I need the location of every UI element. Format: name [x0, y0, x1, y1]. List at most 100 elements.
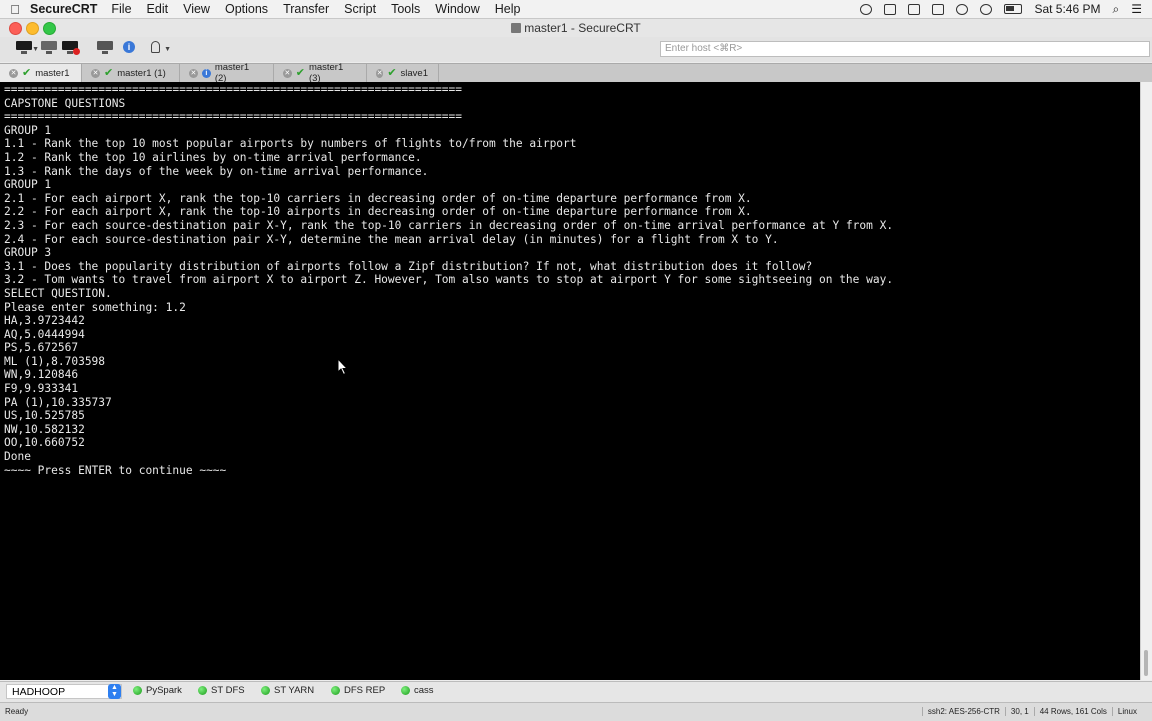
terminal-line: 1.3 - Rank the days of the week by on-ti… [4, 164, 429, 178]
close-tab-icon[interactable]: ✕ [9, 68, 18, 78]
terminal-line: WN,9.120846 [4, 368, 79, 382]
session-options-button[interactable] [97, 41, 113, 55]
terminal-line: 1.1 - Rank the top 10 most popular airpo… [4, 137, 577, 151]
cass-button[interactable]: cass [401, 685, 434, 696]
spotlight-search-icon[interactable]: ⌕ [1113, 2, 1120, 17]
pyspark-button[interactable]: PySpark [133, 685, 182, 696]
terminal-output[interactable]: ========================================… [0, 82, 1140, 680]
terminal-line: GROUP 1 [4, 123, 52, 137]
green-light-icon [401, 686, 410, 695]
gear-icon[interactable] [884, 3, 897, 15]
bluetooth-icon[interactable] [932, 3, 945, 15]
chevron-updown-icon[interactable]: ▲ ▼ [108, 684, 121, 699]
app-menu[interactable]: SecureCRT [30, 2, 97, 16]
connected-check-icon: ✔ [387, 67, 397, 79]
battery-icon[interactable] [1004, 4, 1023, 14]
connected-check-icon: ✔ [104, 67, 114, 79]
st-dfs-button[interactable]: ST DFS [198, 685, 245, 696]
terminal-line: F9,9.933341 [4, 382, 79, 396]
info-status-icon: i [201, 68, 211, 78]
status-cipher: ssh2: AES-256-CTR [921, 707, 1005, 716]
window-title: master1 - SecureCRT [0, 21, 1152, 35]
terminal-line: GROUP 3 [4, 246, 52, 260]
status-os: Linux [1111, 707, 1142, 716]
close-tab-icon[interactable]: ✕ [91, 68, 100, 78]
dfs-rep-button[interactable]: DFS REP [331, 685, 385, 696]
keyboard-icon[interactable] [908, 3, 921, 15]
button-bar: HADHOOP ▲ ▼ PySpark ST DFS ST YARN DFS RE… [0, 681, 1152, 702]
menu-view[interactable]: View [183, 2, 210, 16]
terminal-line: ~~~~ Press ENTER to continue ~~~~ [4, 463, 227, 477]
apple-menu-icon[interactable]:  [0, 2, 30, 17]
notification-center-icon[interactable]: ☰ [1131, 2, 1142, 16]
session-tab-bar: ✕ ✔ master1 ✕ ✔ master1 (1) ✕ i master1 … [0, 62, 1152, 84]
scrollbar-thumb[interactable] [1144, 650, 1148, 676]
status-fields: ssh2: AES-256-CTR 30, 1 44 Rows, 161 Col… [921, 707, 1142, 716]
menu-options[interactable]: Options [225, 2, 268, 16]
window-title-text: master1 - SecureCRT [524, 21, 641, 35]
connect-button[interactable]: ▼ [16, 41, 39, 55]
menu-transfer[interactable]: Transfer [283, 2, 329, 16]
tab-master1-3[interactable]: ✕ ✔ master1 (3) [274, 62, 367, 84]
monitor-icon [16, 41, 32, 50]
menu-tools[interactable]: Tools [391, 2, 420, 16]
terminal-line: 3.1 - Does the popularity distribution o… [4, 259, 813, 273]
st-yarn-button[interactable]: ST YARN [261, 685, 314, 696]
button-label: PySpark [146, 685, 182, 696]
menu-clock[interactable]: Sat 5:46 PM [1034, 2, 1100, 16]
tab-label: master1 (3) [308, 62, 344, 84]
terminal-line: 2.4 - For each source-destination pair X… [4, 232, 779, 246]
terminal-line: PA (1),10.335737 [4, 395, 112, 409]
terminal-line: 2.2 - For each airport X, rank the top-1… [4, 205, 752, 219]
terminal-line: Done [4, 450, 31, 464]
menu-bar:  SecureCRT File Edit View Options Trans… [0, 0, 1152, 19]
window-title-bar: master1 - SecureCRT [0, 19, 1152, 37]
close-tab-icon[interactable]: ✕ [376, 68, 384, 78]
record-icon[interactable] [860, 3, 873, 15]
terminal-line: GROUP 1 [4, 178, 52, 192]
status-bar: Ready ssh2: AES-256-CTR 30, 1 44 Rows, 1… [0, 702, 1152, 721]
green-light-icon [331, 686, 340, 695]
terminal-line: ML (1),8.703598 [4, 354, 106, 368]
terminal-scrollbar[interactable] [1140, 82, 1152, 680]
terminal-line: 2.1 - For each airport X, rank the top-1… [4, 191, 752, 205]
info-button[interactable]: i [121, 41, 137, 55]
close-tab-icon[interactable]: ✕ [189, 68, 198, 78]
button-label: DFS REP [344, 685, 386, 696]
settings-icon [97, 41, 113, 50]
tab-label: slave1 [400, 67, 428, 79]
tab-master1-1[interactable]: ✕ ✔ master1 (1) [82, 64, 180, 82]
green-light-icon [133, 686, 142, 695]
menu-window[interactable]: Window [435, 2, 479, 16]
session-group-select[interactable]: HADHOOP [6, 684, 122, 699]
terminal-line: PS,5.672567 [4, 341, 79, 355]
menu-help[interactable]: Help [495, 2, 521, 16]
key-agent-button[interactable]: ▼ [148, 41, 171, 55]
menu-extras: Sat 5:46 PM ⌕ ☰ [860, 0, 1142, 18]
tab-slave1[interactable]: ✕ ✔ slave1 [367, 64, 439, 82]
green-light-icon [261, 686, 270, 695]
info-icon: i [123, 41, 135, 53]
tab-master1-2[interactable]: ✕ i master1 (2) [180, 62, 274, 84]
terminal-line: 3.2 - Tom wants to travel from airport X… [4, 273, 894, 287]
time-machine-icon[interactable] [956, 3, 969, 15]
menu-script[interactable]: Script [344, 2, 376, 16]
wifi-icon[interactable] [980, 3, 993, 15]
menu-edit[interactable]: Edit [147, 2, 169, 16]
terminal-line: 1.2 - Rank the top 10 airlines by on-tim… [4, 150, 422, 164]
reconnect-button[interactable] [41, 41, 57, 55]
tab-master1[interactable]: ✕ ✔ master1 [0, 64, 82, 82]
menu-file[interactable]: File [111, 2, 131, 16]
button-label: cass [414, 685, 434, 696]
status-terminal-size: 44 Rows, 161 Cols [1033, 707, 1112, 716]
disconnect-button[interactable] [62, 41, 80, 55]
status-cursor-position: 30, 1 [1004, 707, 1034, 716]
tab-label: master1 [35, 67, 70, 79]
close-tab-icon[interactable]: ✕ [283, 68, 292, 78]
button-label: ST DFS [211, 685, 245, 696]
terminal-line: OO,10.660752 [4, 436, 85, 450]
button-label: ST YARN [274, 685, 315, 696]
enter-host-input[interactable]: Enter host <⌘R> [660, 41, 1150, 57]
green-light-icon [198, 686, 207, 695]
terminal-line: SELECT QUESTION. [4, 286, 112, 300]
